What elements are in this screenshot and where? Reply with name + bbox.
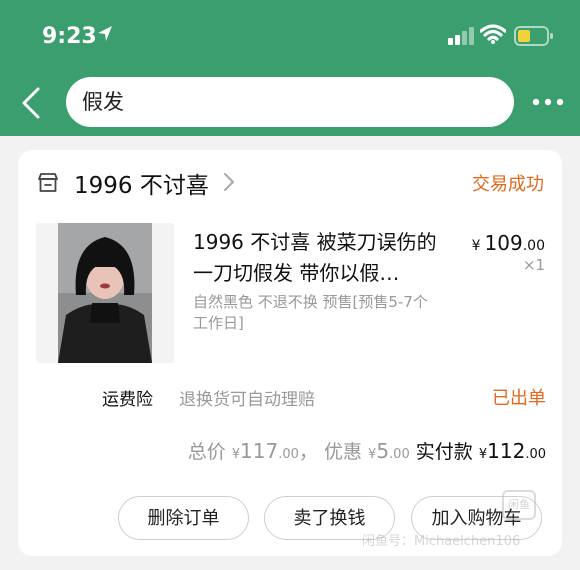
- watermark-logo: 闲鱼: [502, 490, 536, 520]
- shop-icon: [38, 173, 58, 192]
- price-symbol: ¥: [471, 238, 481, 254]
- discount-integer: 5: [376, 439, 390, 463]
- shipping-insurance-desc: 退换货可自动理赔: [179, 390, 315, 410]
- shipping-insurance-status[interactable]: 已出单: [492, 384, 546, 410]
- total-integer: 117: [240, 439, 279, 463]
- totals-separator: ，: [298, 441, 318, 463]
- back-icon[interactable]: [18, 86, 46, 120]
- product-quantity: ×1: [522, 256, 545, 274]
- paid-integer: 112: [487, 439, 526, 463]
- shop-name[interactable]: 1996 不讨喜: [74, 166, 209, 200]
- total-label: 总价: [187, 441, 226, 463]
- discount-label: 优惠: [323, 441, 362, 463]
- location-arrow-icon: [98, 26, 112, 41]
- status-bar: 9:23: [0, 0, 580, 72]
- shipping-insurance-label: 运费险: [102, 390, 153, 410]
- status-time: 9:23: [42, 24, 97, 49]
- battery-icon: [514, 26, 553, 46]
- chevron-right-icon[interactable]: [223, 172, 235, 192]
- price-integer: 109: [484, 231, 523, 255]
- watermark-logo-text: 闲鱼: [508, 498, 530, 511]
- paid-symbol: ¥: [478, 447, 488, 462]
- order-card: 1996 不讨喜 交易成功 1996 不讨喜 被菜刀误伤的一刀切假发 带你以假……: [18, 150, 562, 556]
- search-query: 假发: [82, 90, 124, 114]
- search-input[interactable]: 假发: [66, 77, 514, 127]
- watermark-text: 闲鱼号：Michaelchen106: [362, 534, 521, 549]
- paid-label: 实付款: [415, 441, 473, 463]
- total-decimal: .00: [278, 447, 299, 462]
- product-thumbnail[interactable]: [36, 223, 174, 363]
- more-icon[interactable]: [530, 93, 566, 111]
- order-status: 交易成功: [472, 174, 544, 195]
- discount-decimal: .00: [389, 447, 410, 462]
- wifi-icon: [480, 24, 506, 44]
- paid-decimal: .00: [525, 447, 546, 462]
- delete-order-button[interactable]: 删除订单: [118, 496, 249, 540]
- product-photo: [36, 223, 174, 363]
- cellular-signal-icon: [448, 27, 474, 45]
- product-title[interactable]: 1996 不讨喜 被菜刀误伤的一刀切假发 带你以假…: [193, 227, 441, 289]
- product-spec: 自然黑色 不退不换 预售[预售5-7个工作日]: [193, 293, 428, 332]
- total-symbol: ¥: [231, 447, 241, 462]
- order-totals: 总价 ¥117.00， 优惠 ¥5.00 实付款 ¥112.00: [188, 437, 546, 464]
- price-decimal: .00: [522, 238, 545, 254]
- top-bar: 9:23 假发: [0, 0, 580, 136]
- product-price: ¥109.00: [472, 231, 545, 255]
